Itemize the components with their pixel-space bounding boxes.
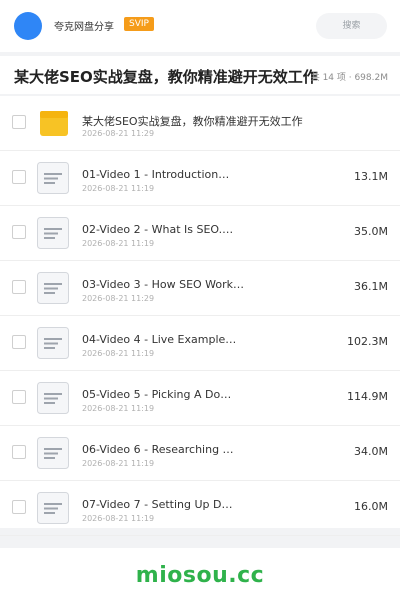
svip-badge: SVIP <box>124 17 154 31</box>
checkbox[interactable] <box>12 225 26 239</box>
item-name: 02-Video 2 - What Is SEO.… <box>82 223 234 236</box>
item-date: 2026-08-21 11:19 <box>82 184 155 193</box>
checkbox[interactable] <box>12 500 26 514</box>
item-date: 2026-08-21 11:19 <box>82 404 155 413</box>
checkbox[interactable] <box>12 280 26 294</box>
file-icon <box>37 272 69 304</box>
checkbox[interactable] <box>12 335 26 349</box>
checkbox[interactable] <box>12 170 26 184</box>
list-item[interactable]: 04-Video 4 - Live Example… 2026-08-21 11… <box>0 316 400 371</box>
item-name: 05-Video 5 - Picking A Do… <box>82 388 232 401</box>
search-input[interactable]: 搜索 <box>316 13 387 39</box>
folder-title-bar: 某大佬SEO实战复盘，教你精准避开无效工作 共 14 项 · 698.2M <box>0 56 400 94</box>
item-date: 2026-08-21 11:19 <box>82 349 155 358</box>
item-name: 01-Video 1 - Introduction… <box>82 168 230 181</box>
list-item[interactable]: 某大佬SEO实战复盘，教你精准避开无效工作 2026-08-21 11:29 <box>0 96 400 151</box>
file-icon <box>37 217 69 249</box>
item-date: 2026-08-21 11:19 <box>82 239 155 248</box>
item-name: 06-Video 6 - Researching … <box>82 443 234 456</box>
file-icon <box>37 492 69 524</box>
avatar[interactable] <box>14 12 42 40</box>
file-icon <box>37 162 69 194</box>
folder-icon <box>40 111 68 136</box>
item-size: 35.0M <box>354 225 388 238</box>
item-size: 114.9M <box>347 390 388 403</box>
checkbox[interactable] <box>12 445 26 459</box>
file-list: 某大佬SEO实战复盘，教你精准避开无效工作 2026-08-21 11:29 0… <box>0 96 400 536</box>
page-title: 某大佬SEO实战复盘，教你精准避开无效工作 <box>14 68 318 86</box>
item-name: 04-Video 4 - Live Example… <box>82 333 237 346</box>
list-item[interactable]: 07-Video 7 - Setting Up D… 2026-08-21 11… <box>0 481 400 536</box>
list-item[interactable]: 01-Video 1 - Introduction… 2026-08-21 11… <box>0 151 400 206</box>
checkbox[interactable] <box>12 115 26 129</box>
item-size: 102.3M <box>347 335 388 348</box>
item-name: 某大佬SEO实战复盘，教你精准避开无效工作 <box>82 115 303 128</box>
file-icon <box>37 327 69 359</box>
file-icon <box>37 437 69 469</box>
file-icon <box>37 382 69 414</box>
checkbox[interactable] <box>12 390 26 404</box>
item-size: 13.1M <box>354 170 388 183</box>
item-size: 34.0M <box>354 445 388 458</box>
item-size: 36.1M <box>354 280 388 293</box>
list-item[interactable]: 02-Video 2 - What Is SEO.… 2026-08-21 11… <box>0 206 400 261</box>
item-name: 03-Video 3 - How SEO Work… <box>82 278 245 291</box>
item-size: 16.0M <box>354 500 388 513</box>
brand-name: 夸克网盘分享 <box>54 22 114 33</box>
item-date: 2026-08-21 11:19 <box>82 514 155 523</box>
watermark: miosou.cc <box>135 563 265 588</box>
item-date: 2026-08-21 11:29 <box>82 129 155 138</box>
folder-meta: 共 14 项 · 698.2M <box>310 73 388 83</box>
top-header: 夸克网盘分享 SVIP 搜索 <box>0 0 400 52</box>
item-date: 2026-08-21 11:29 <box>82 294 155 303</box>
list-item[interactable]: 06-Video 6 - Researching … 2026-08-21 11… <box>0 426 400 481</box>
item-date: 2026-08-21 11:19 <box>82 459 155 468</box>
list-item[interactable]: 05-Video 5 - Picking A Do… 2026-08-21 11… <box>0 371 400 426</box>
list-item[interactable]: 03-Video 3 - How SEO Work… 2026-08-21 11… <box>0 261 400 316</box>
item-name: 07-Video 7 - Setting Up D… <box>82 498 233 511</box>
